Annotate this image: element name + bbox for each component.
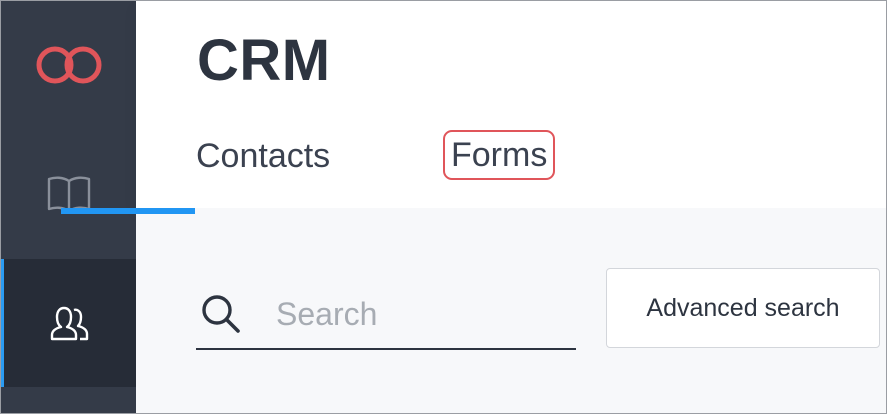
tab-forms[interactable]: Forms — [443, 130, 556, 180]
sidebar-item-knowledge-base[interactable] — [1, 129, 136, 259]
logo[interactable] — [1, 1, 136, 129]
active-tab-indicator — [61, 208, 195, 214]
page-header: CRM Contacts Forms — [136, 1, 886, 208]
app-window: CRM Contacts Forms Advanced search — [0, 0, 887, 414]
users-icon — [50, 306, 89, 341]
tab-contacts[interactable]: Contacts — [196, 134, 330, 178]
search-bar — [196, 280, 576, 350]
search-icon[interactable] — [198, 291, 244, 337]
advanced-search-button[interactable]: Advanced search — [606, 268, 880, 348]
page-title: CRM — [197, 28, 331, 93]
sidebar-item-more[interactable] — [1, 387, 136, 413]
sidebar-item-contacts[interactable] — [1, 259, 136, 389]
search-input[interactable] — [276, 295, 566, 333]
infinity-logo-icon — [36, 46, 101, 84]
main-content: Advanced search — [136, 208, 886, 413]
